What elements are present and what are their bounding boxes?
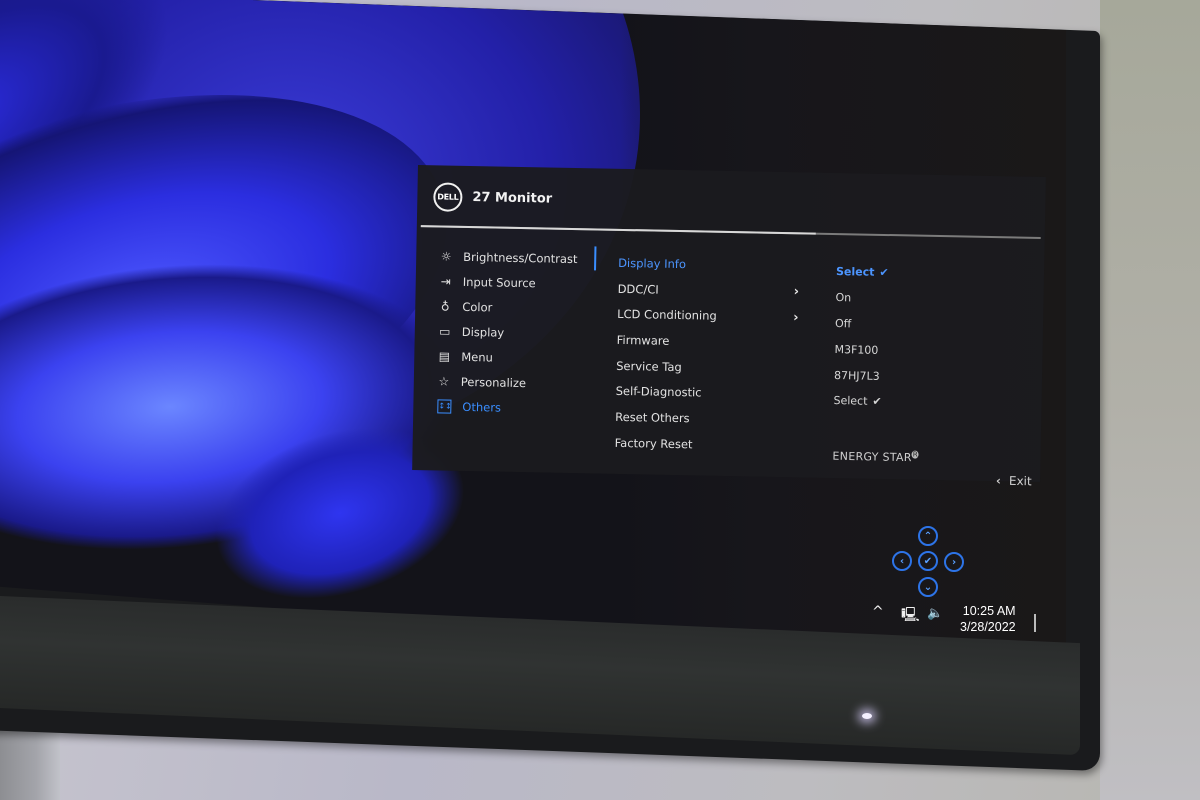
display-info-select[interactable]: Select ✔ bbox=[836, 259, 986, 288]
others-icon: ↕↕ bbox=[437, 398, 452, 414]
chevron-right-icon: › bbox=[951, 556, 957, 568]
menu-icon: ▤ bbox=[438, 348, 451, 364]
submenu-item-factory-reset[interactable]: Factory Reset bbox=[614, 430, 804, 459]
submenu-item-self-diagnostic[interactable]: Self-Diagnostic bbox=[615, 378, 805, 407]
menu-item-label: Display bbox=[461, 324, 505, 340]
menu-item-label: Personalize bbox=[460, 374, 527, 390]
submenu-item-label: Self-Diagnostic bbox=[615, 384, 702, 400]
nav-right-button[interactable]: › bbox=[944, 552, 964, 572]
taskbar-clock[interactable]: 10:25 AM 3/28/2022 bbox=[960, 603, 1016, 635]
submenu-item-label: DDC/CI bbox=[617, 281, 659, 297]
value-text: Select bbox=[835, 265, 875, 280]
value-text: 87HJ7L3 bbox=[833, 368, 880, 383]
submenu-item-service-tag[interactable]: Service Tag bbox=[616, 353, 806, 382]
submenu-item-label: Service Tag bbox=[616, 358, 682, 374]
ddc-ci-value: On bbox=[835, 285, 985, 314]
submenu-item-firmware[interactable]: Firmware bbox=[616, 327, 806, 356]
menu-item-menu[interactable]: ▤ Menu bbox=[436, 343, 596, 371]
submenu-item-lcd-conditioning[interactable]: LCD Conditioning › bbox=[617, 301, 807, 330]
star-icon: ☆ bbox=[438, 373, 450, 389]
chevron-down-icon: ⌄ bbox=[923, 581, 933, 593]
chevron-left-icon: ‹ bbox=[899, 555, 905, 567]
menu-item-personalize[interactable]: ☆ Personalize bbox=[436, 368, 596, 396]
lcd-conditioning-value: Off bbox=[835, 311, 985, 340]
checkmark-icon: ✔ bbox=[879, 266, 889, 280]
submenu-item-label: Reset Others bbox=[615, 409, 690, 426]
chevron-up-icon: ⌃ bbox=[923, 530, 933, 542]
exit-button[interactable]: ‹ Exit bbox=[996, 474, 1032, 489]
submenu-item-label: Factory Reset bbox=[614, 435, 693, 451]
exit-label: Exit bbox=[1008, 473, 1032, 489]
osd-menu: DELL 27 Monitor ☼ Brightness/Contrast ⇥ … bbox=[412, 165, 1046, 482]
value-text: M3F100 bbox=[834, 342, 879, 357]
background-wall bbox=[1100, 0, 1200, 800]
display-icon: ▭ bbox=[439, 323, 451, 339]
value-text: On bbox=[835, 291, 852, 305]
menu-item-color[interactable]: ♁ Color bbox=[437, 293, 597, 321]
volume-icon[interactable]: 🔈 bbox=[927, 606, 943, 621]
submenu-item-label: Display Info bbox=[618, 255, 687, 272]
value-text: Off bbox=[834, 317, 852, 331]
dell-logo: DELL bbox=[433, 181, 463, 212]
chevron-right-icon: › bbox=[792, 309, 799, 326]
menu-item-others[interactable]: ↕↕ Others bbox=[435, 393, 595, 421]
menu-item-label: Input Source bbox=[462, 274, 536, 290]
input-source-icon: ⇥ bbox=[440, 273, 451, 289]
submenu-item-display-info[interactable]: Display Info bbox=[618, 250, 808, 279]
show-hidden-icons-chevron-icon[interactable]: ^ bbox=[872, 604, 884, 620]
registered-mark-icon: R bbox=[911, 450, 920, 459]
firmware-value: M3F100 bbox=[834, 336, 984, 365]
menu-item-input-source[interactable]: ⇥ Input Source bbox=[438, 268, 598, 296]
chevron-left-icon: ‹ bbox=[995, 473, 1002, 488]
menu-item-label: Menu bbox=[461, 349, 494, 364]
submenu-item-reset-others[interactable]: Reset Others bbox=[615, 404, 805, 433]
chevron-right-icon: › bbox=[793, 284, 800, 300]
service-tag-value: 87HJ7L3 bbox=[834, 362, 984, 391]
value-column: Select ✔ On Off M3F100 87HJ7L3 Select ✔ bbox=[833, 259, 986, 417]
energy-star-label: ENERGY STARR bbox=[832, 449, 920, 465]
nav-left-button[interactable]: ‹ bbox=[892, 551, 912, 571]
menu-item-label: Color bbox=[462, 299, 493, 314]
nav-ok-button[interactable]: ✔ bbox=[918, 551, 938, 571]
submenu-item-label: LCD Conditioning bbox=[617, 307, 717, 323]
network-icon[interactable]: 🖳 bbox=[901, 604, 920, 628]
self-diagnostic-select[interactable]: Select ✔ bbox=[833, 388, 983, 417]
checkmark-icon: ✔ bbox=[923, 555, 933, 567]
clock-date: 3/28/2022 bbox=[960, 620, 1016, 634]
menu-item-display[interactable]: ▭ Display bbox=[437, 318, 597, 346]
color-palette-icon: ♁ bbox=[440, 298, 450, 314]
energy-star-text: ENERGY STAR bbox=[832, 449, 912, 465]
checkmark-icon: ✔ bbox=[872, 395, 882, 409]
osd-header: DELL 27 Monitor bbox=[433, 179, 552, 215]
clock-time: 10:25 AM bbox=[962, 604, 1016, 618]
header-divider-highlight bbox=[420, 225, 816, 235]
main-menu: ☼ Brightness/Contrast ⇥ Input Source ♁ C… bbox=[435, 243, 598, 421]
menu-item-label: Brightness/Contrast bbox=[463, 249, 578, 266]
osd-title: 27 Monitor bbox=[472, 189, 553, 207]
submenu-item-label: Firmware bbox=[616, 332, 670, 348]
menu-item-brightness-contrast[interactable]: ☼ Brightness/Contrast bbox=[438, 243, 598, 271]
submenu: Display Info DDC/CI › LCD Conditioning ›… bbox=[614, 250, 808, 459]
nav-down-button[interactable]: ⌄ bbox=[918, 577, 938, 597]
submenu-item-ddc-ci[interactable]: DDC/CI › bbox=[617, 276, 807, 305]
menu-item-label: Others bbox=[462, 399, 502, 415]
nav-up-button[interactable]: ⌃ bbox=[918, 526, 938, 546]
show-desktop-button[interactable] bbox=[1034, 614, 1036, 632]
value-text: Select bbox=[833, 394, 868, 409]
power-led bbox=[862, 713, 872, 719]
brightness-icon: ☼ bbox=[440, 248, 452, 264]
